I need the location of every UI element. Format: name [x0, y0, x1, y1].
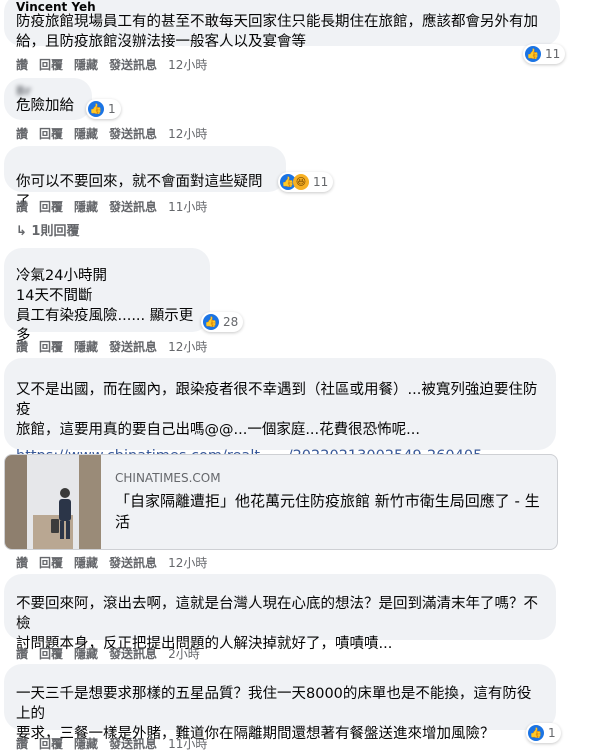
like-button[interactable]: 讚	[16, 647, 28, 661]
like-reaction-icon: 👍	[525, 46, 541, 62]
reply-button[interactable]: 回覆	[39, 556, 63, 570]
reply-button[interactable]: 回覆	[39, 737, 63, 751]
reply-button[interactable]: 回覆	[39, 340, 63, 354]
comment-actions: 讚回覆 隱藏 發送訊息 2小時	[16, 645, 211, 662]
reaction-count: 11	[313, 175, 329, 189]
comment-author[interactable]: Vincent Yeh	[16, 0, 548, 12]
reaction-summary[interactable]: 👍 28	[201, 312, 244, 332]
reaction-summary[interactable]: 👍 😆 11	[278, 172, 334, 192]
comment-actions: 讚回覆 隱藏 發送訊息 12小時	[16, 125, 218, 142]
reaction-count: 1	[108, 102, 116, 116]
like-button[interactable]: 讚	[16, 737, 28, 751]
hide-button[interactable]: 隱藏	[74, 647, 98, 661]
comment-text: 又不是出國，而在國內，跟染疫者很不幸遇到（社區或用餐）...被寬列強迫要住防疫 …	[16, 382, 538, 438]
like-reaction-icon: 👍	[528, 725, 544, 741]
hide-button[interactable]: 隱藏	[74, 340, 98, 354]
message-button[interactable]: 發送訊息	[109, 200, 157, 214]
comment-actions: 讚回覆 隱藏 發送訊息 12小時	[16, 338, 218, 355]
like-reaction-icon: 👍	[203, 314, 219, 330]
comment-bubble: 冷氣24小時開 14天不間斷 員工有染疫風險...... 顯示更多	[4, 248, 210, 344]
comment-author[interactable]	[16, 580, 544, 592]
like-reaction-icon: 👍	[88, 101, 104, 117]
link-preview-image	[5, 455, 101, 549]
link-preview-title: 「自家隔離遭拒」他花萬元住防疫旅館 新竹市衛生局回應了 - 生活	[115, 492, 540, 531]
comment-actions: 讚回覆 隱藏 發送訊息 11小時	[16, 735, 218, 752]
comment-bubble: 不要回來阿，滾出去啊，這就是台灣人現在心底的想法？是回到滿清末年了嗎？不檢 討問…	[4, 574, 556, 652]
reply-button[interactable]: 回覆	[39, 58, 63, 72]
comment-time[interactable]: 12小時	[168, 340, 207, 354]
like-button[interactable]: 讚	[16, 556, 28, 570]
link-preview-card[interactable]: CHINATIMES.COM 「自家隔離遭拒」他花萬元住防疫旅館 新竹市衛生局回…	[4, 454, 558, 550]
hide-button[interactable]: 隱藏	[74, 556, 98, 570]
like-button[interactable]: 讚	[16, 127, 28, 141]
message-button[interactable]: 發送訊息	[109, 737, 157, 751]
reaction-summary[interactable]: 👍 1	[526, 723, 561, 743]
reply-arrow-icon: ↳	[16, 224, 32, 239]
comment-actions: 讚回覆 隱藏 發送訊息 12小時	[16, 554, 218, 571]
reaction-summary[interactable]: 👍 11	[523, 44, 566, 64]
comment-text: 冷氣24小時開 14天不間斷 員工有染疫風險...... 顯示更多	[16, 268, 194, 344]
reaction-summary[interactable]: 👍 1	[86, 99, 121, 119]
hide-button[interactable]: 隱藏	[74, 127, 98, 141]
comment-time[interactable]: 12小時	[168, 127, 207, 141]
comment-text: 防疫旅館現場員工有的甚至不敢每天回家住只能長期住在旅館，應該都會另外有加 給，且…	[16, 14, 538, 50]
hide-button[interactable]: 隱藏	[74, 200, 98, 214]
comment-time[interactable]: 2小時	[168, 647, 200, 661]
comment-author[interactable]	[16, 670, 544, 682]
message-button[interactable]: 發送訊息	[109, 340, 157, 354]
comment-bubble: 你可以不要回來，就不會面對這些疑問了	[4, 146, 286, 210]
reaction-count: 28	[223, 315, 239, 329]
replies-count: 1則回覆	[31, 224, 80, 239]
message-button[interactable]: 發送訊息	[109, 127, 157, 141]
comment-time[interactable]: 11小時	[168, 200, 207, 214]
like-button[interactable]: 讚	[16, 340, 28, 354]
comment-time[interactable]: 12小時	[168, 556, 207, 570]
like-button[interactable]: 讚	[16, 58, 28, 72]
haha-reaction-icon: 😆	[293, 174, 309, 190]
comment-bubble: 又不是出國，而在國內，跟染疫者很不幸遇到（社區或用餐）...被寬列強迫要住防疫 …	[4, 358, 556, 464]
hide-button[interactable]: 隱藏	[74, 58, 98, 72]
comment-author[interactable]	[16, 152, 274, 164]
comment-actions: 讚回覆 隱藏 發送訊息 11小時	[16, 198, 218, 215]
hide-button[interactable]: 隱藏	[74, 737, 98, 751]
message-button[interactable]: 發送訊息	[109, 556, 157, 570]
message-button[interactable]: 發送訊息	[109, 647, 157, 661]
comment-author[interactable]	[16, 254, 198, 266]
comment-author[interactable]	[16, 364, 544, 376]
view-replies-link[interactable]: ↳ 1則回覆	[16, 220, 79, 239]
comment-bubble: 一天三千是想要求那樣的五星品質？我住一天8000的床單也是不能換，這有防役上的 …	[4, 664, 556, 742]
reaction-count: 11	[545, 47, 561, 61]
comment-bubble: Vincent Yeh 防疫旅館現場員工有的甚至不敢每天回家住只能長期住在旅館，…	[4, 0, 560, 50]
comment-time[interactable]: 12小時	[168, 58, 207, 72]
comment-actions: 讚回覆 隱藏 發送訊息 12小時	[16, 56, 218, 73]
reply-button[interactable]: 回覆	[39, 200, 63, 214]
like-button[interactable]: 讚	[16, 200, 28, 214]
comment-time[interactable]: 11小時	[168, 737, 207, 751]
reply-button[interactable]: 回覆	[39, 127, 63, 141]
reply-button[interactable]: 回覆	[39, 647, 63, 661]
comment-author[interactable]: Br	[16, 84, 80, 96]
link-preview-domain: CHINATIMES.COM	[115, 471, 221, 485]
message-button[interactable]: 發送訊息	[109, 58, 157, 72]
reaction-count: 1	[548, 726, 556, 740]
comment-bubble: Br 危險加給	[4, 78, 92, 120]
comment-text: 危險加給	[16, 98, 74, 114]
